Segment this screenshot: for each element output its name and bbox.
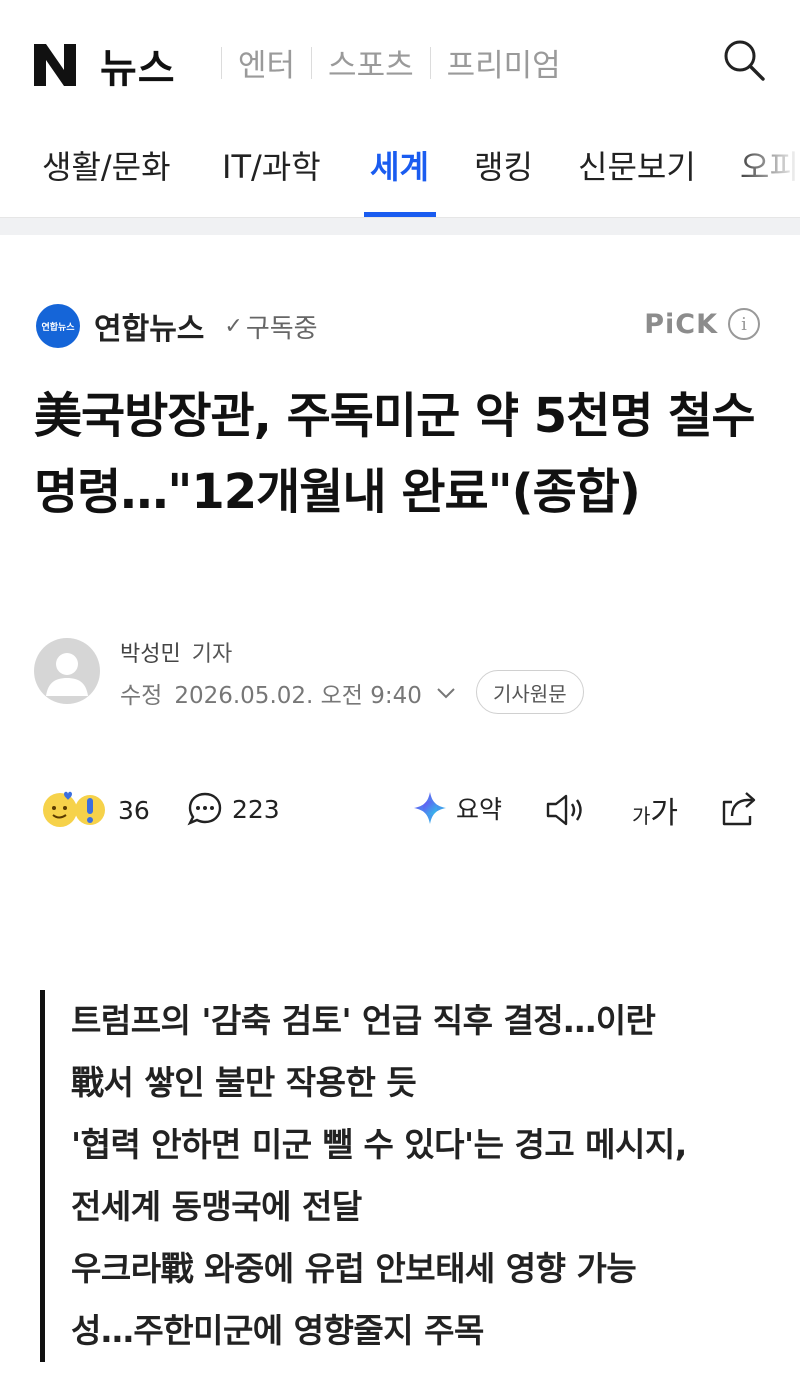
- nav-fade: [730, 120, 800, 216]
- top-header: 뉴스 엔터 스포츠 프리미엄: [0, 0, 800, 120]
- reporter-byline[interactable]: 박성민 기자: [120, 636, 232, 668]
- speaker-icon: [546, 794, 582, 826]
- reaction-emoji-icon: [43, 791, 105, 827]
- category-world[interactable]: 세계: [370, 142, 429, 218]
- press-name[interactable]: 연합뉴스: [94, 304, 204, 348]
- press-logo-text: 연합뉴스: [41, 322, 75, 333]
- comment-icon: [187, 792, 222, 826]
- top-tabs: 엔터 스포츠 프리미엄: [205, 40, 561, 85]
- font-size-large-label: 가: [650, 796, 679, 831]
- press-info: 연합뉴스 연합뉴스 ✓ 구독중: [36, 304, 318, 348]
- share-button[interactable]: [718, 788, 760, 828]
- reaction-button[interactable]: 36: [40, 790, 150, 830]
- pick-badge: PiCK i: [644, 308, 760, 340]
- article-date[interactable]: 수정 2026.05.02. 오전 9:40: [120, 676, 456, 710]
- reaction-count: 36: [118, 795, 150, 825]
- category-it-science[interactable]: IT/과학: [222, 142, 321, 218]
- category-ranking[interactable]: 랭킹: [474, 142, 533, 218]
- ai-summary-icon: [414, 792, 446, 824]
- share-icon: [722, 792, 756, 826]
- check-icon: ✓: [224, 313, 243, 339]
- summary-line: '협력 안하면 미군 뺄 수 있다'는 경고 메시지,: [71, 1125, 687, 1164]
- logo-text: 뉴스: [100, 46, 176, 92]
- category-newspaper[interactable]: 신문보기: [578, 142, 696, 218]
- divider: [429, 46, 431, 79]
- reporter-avatar[interactable]: [34, 638, 100, 704]
- summary-line: 트럼프의 '감축 검토' 언급 직후 결정…이란: [71, 1001, 656, 1040]
- article-actions: 36 223 요약 가 가: [0, 780, 800, 840]
- article-summary: 트럼프의 '감축 검토' 언급 직후 결정…이란 戰서 쌓인 불만 작용한 듯 …: [40, 990, 760, 1362]
- search-button[interactable]: [722, 38, 766, 82]
- press-logo[interactable]: 연합뉴스: [36, 304, 80, 348]
- font-size-button[interactable]: 가 가: [632, 788, 678, 832]
- reporter-role: 기자: [191, 642, 233, 667]
- text-to-speech-button[interactable]: [544, 792, 588, 828]
- summary-label: 요약: [456, 795, 503, 824]
- comment-count: 223: [232, 794, 280, 824]
- category-life-culture[interactable]: 생활/문화: [42, 142, 171, 218]
- date-label: 수정: [120, 683, 163, 709]
- chevron-down-icon: [436, 681, 456, 705]
- n-logo-icon: [32, 42, 78, 88]
- summary-button[interactable]: 요약: [412, 790, 502, 826]
- comment-button[interactable]: 223: [186, 790, 280, 828]
- summary-line: 우크라戰 와중에 유럽 안보태세 영향 가능: [71, 1249, 637, 1288]
- tab-sports[interactable]: 스포츠: [328, 40, 414, 85]
- article-headline: 美국방장관, 주독미군 약 5천명 철수 명령…"12개월내 완료"(종합): [34, 388, 756, 520]
- original-article-button[interactable]: 기사원문: [476, 670, 584, 714]
- date-value: 2026.05.02. 오전 9:40: [174, 683, 422, 709]
- subscribe-label: 구독중: [245, 313, 318, 344]
- font-size-small-label: 가: [632, 803, 651, 828]
- divider: [311, 46, 313, 79]
- summary-line: 성…주한미군에 영향줄지 주목: [71, 1311, 484, 1350]
- search-icon: [724, 40, 765, 81]
- tab-entertainment[interactable]: 엔터: [238, 40, 295, 85]
- tab-premium[interactable]: 프리미엄: [447, 40, 561, 85]
- summary-line: 戰서 쌓인 불만 작용한 듯: [71, 1063, 417, 1102]
- reporter-name: 박성민: [120, 642, 181, 667]
- info-icon[interactable]: i: [728, 308, 760, 340]
- section-divider: [0, 217, 800, 235]
- pick-label: PiCK: [644, 308, 718, 340]
- naver-news-logo[interactable]: 뉴스: [32, 36, 176, 94]
- person-icon: [46, 653, 88, 696]
- summary-line: 전세계 동맹국에 전달: [71, 1187, 362, 1226]
- divider: [221, 46, 222, 79]
- subscribe-button[interactable]: ✓ 구독중: [224, 308, 317, 345]
